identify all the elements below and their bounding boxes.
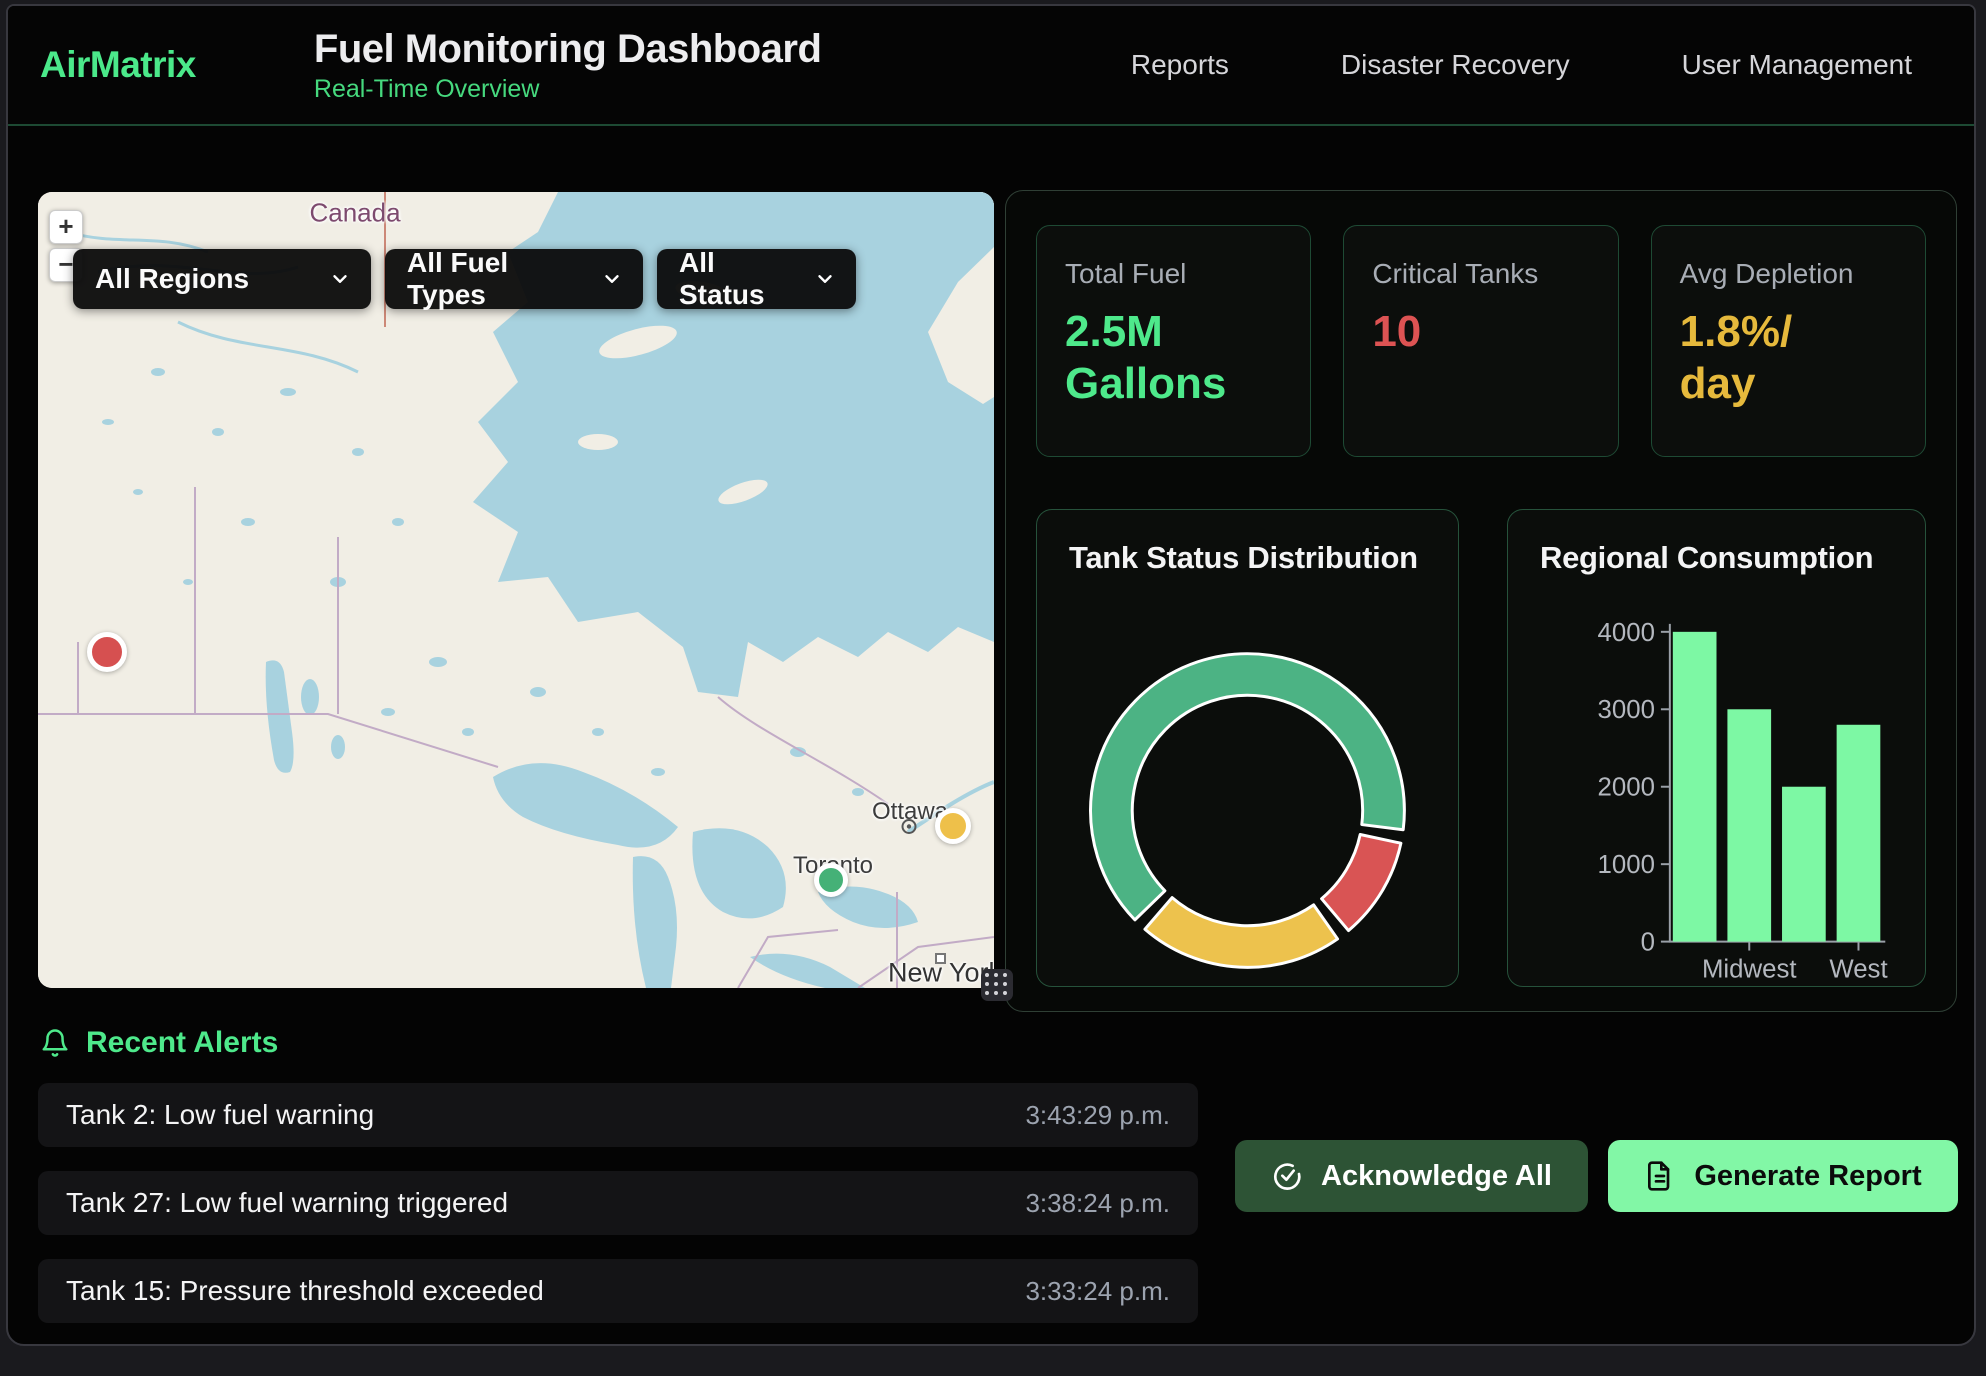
map-resize-handle[interactable]: [981, 969, 1013, 1001]
bar-region-2: [1727, 709, 1771, 941]
bar-chart: 0 1000 2000 3000 4000 Midwest West: [1508, 510, 1925, 986]
stat-label: Total Fuel: [1065, 258, 1282, 290]
filter-label: All Status: [679, 247, 794, 311]
chart-card-regional-consumption: Regional Consumption 01000200030004000Mi…: [1507, 509, 1926, 987]
stat-card-avg-depletion: Avg Depletion 1.8%/day: [1651, 225, 1926, 457]
alert-row[interactable]: Tank 27: Low fuel warning triggered 3:38:…: [38, 1171, 1198, 1235]
y-tick-label: 4000: [1598, 619, 1655, 647]
filter-dropdown-all-fuel-types[interactable]: All Fuel Types: [385, 249, 643, 309]
stat-card-critical-tanks: Critical Tanks 10: [1343, 225, 1618, 457]
alert-text: Tank 27: Low fuel warning triggered: [66, 1187, 508, 1219]
y-tick-label: 1000: [1598, 851, 1655, 879]
chevron-down-icon: [814, 268, 836, 290]
chart-card-tank-status: Tank Status Distribution: [1036, 509, 1459, 987]
donut-segment-critical: [1322, 834, 1401, 930]
nav-item-disaster-recovery[interactable]: Disaster Recovery: [1341, 49, 1570, 81]
overview-panel: Total Fuel 2.5MGallons Critical Tanks 10 Avg…: [1005, 190, 1957, 1012]
nav-item-reports[interactable]: Reports: [1131, 49, 1229, 81]
map-marker-warning[interactable]: [935, 808, 971, 844]
city-marker-icon: [900, 818, 918, 841]
header: AirMatrix Fuel Monitoring Dashboard Real…: [8, 6, 1974, 126]
generate-report-button[interactable]: Generate Report: [1608, 1140, 1958, 1212]
map-filter-bar: All Regions All Fuel Types All Status: [73, 249, 856, 309]
stats-row: Total Fuel 2.5MGallons Critical Tanks 10 Avg…: [1036, 225, 1926, 457]
acknowledge-all-label: Acknowledge All: [1321, 1160, 1552, 1193]
map-panel[interactable]: CanadaOttawaTorontoNew York − + All Regi…: [38, 192, 994, 988]
stat-value: 10: [1372, 306, 1589, 358]
chevron-down-icon: [601, 268, 623, 290]
bar-region-1: [1673, 632, 1717, 942]
stat-value: 1.8%/day: [1680, 306, 1897, 410]
alert-time: 3:43:29 p.m.: [1025, 1100, 1170, 1131]
generate-report-label: Generate Report: [1694, 1160, 1921, 1193]
alert-text: Tank 15: Pressure threshold exceeded: [66, 1275, 544, 1307]
filter-dropdown-all-status[interactable]: All Status: [657, 249, 856, 309]
donut-chart: [1037, 510, 1458, 986]
y-tick-label: 0: [1641, 929, 1655, 957]
charts-row: Tank Status Distribution Regional Consum…: [1036, 509, 1926, 987]
chevron-down-icon: [329, 268, 351, 290]
map-marker-critical[interactable]: [87, 632, 127, 672]
nav-item-user-management[interactable]: User Management: [1682, 49, 1912, 81]
main-nav: Reports Disaster Recovery User Management: [1131, 49, 1974, 81]
country-label: Canada: [309, 198, 400, 229]
donut-segment-warning: [1145, 898, 1338, 968]
stat-label: Avg Depletion: [1680, 258, 1897, 290]
y-tick-label: 3000: [1598, 696, 1655, 724]
alert-text: Tank 2: Low fuel warning: [66, 1099, 374, 1131]
y-tick-label: 2000: [1598, 774, 1655, 802]
bar-region-4: [1837, 725, 1881, 942]
alerts-title: Recent Alerts: [86, 1026, 278, 1060]
screen: AirMatrix Fuel Monitoring Dashboard Real…: [0, 0, 1986, 1376]
bell-icon: [40, 1028, 70, 1058]
brand-logo: AirMatrix: [40, 44, 196, 86]
stat-label: Critical Tanks: [1372, 258, 1589, 290]
filter-dropdown-all-regions[interactable]: All Regions: [73, 249, 371, 309]
acknowledge-all-button[interactable]: Acknowledge All: [1235, 1140, 1588, 1212]
filter-label: All Fuel Types: [407, 247, 581, 311]
alert-row[interactable]: Tank 15: Pressure threshold exceeded 3:33…: [38, 1259, 1198, 1323]
stat-value: 2.5MGallons: [1065, 306, 1282, 410]
app-window: AirMatrix Fuel Monitoring Dashboard Real…: [6, 4, 1976, 1346]
x-tick-label: Midwest: [1702, 955, 1797, 983]
filter-label: All Regions: [95, 263, 249, 295]
map-zoom-in-button[interactable]: +: [49, 210, 83, 244]
title-block: Fuel Monitoring Dashboard Real-Time Over…: [314, 27, 821, 104]
alert-time: 3:38:24 p.m.: [1025, 1188, 1170, 1219]
bar-region-3: [1782, 787, 1826, 942]
page-subtitle: Real-Time Overview: [314, 75, 821, 104]
check-circle-icon: [1271, 1160, 1303, 1192]
page-title: Fuel Monitoring Dashboard: [314, 27, 821, 72]
alert-row[interactable]: Tank 2: Low fuel warning 3:43:29 p.m.: [38, 1083, 1198, 1147]
x-tick-label: West: [1829, 955, 1887, 983]
alerts-header: Recent Alerts: [40, 1026, 278, 1060]
stat-card-total-fuel: Total Fuel 2.5MGallons: [1036, 225, 1311, 457]
map-marker-normal[interactable]: [814, 863, 848, 897]
city-label-new-york: New York: [888, 958, 994, 989]
file-text-icon: [1644, 1160, 1676, 1192]
alert-time: 3:33:24 p.m.: [1025, 1276, 1170, 1307]
